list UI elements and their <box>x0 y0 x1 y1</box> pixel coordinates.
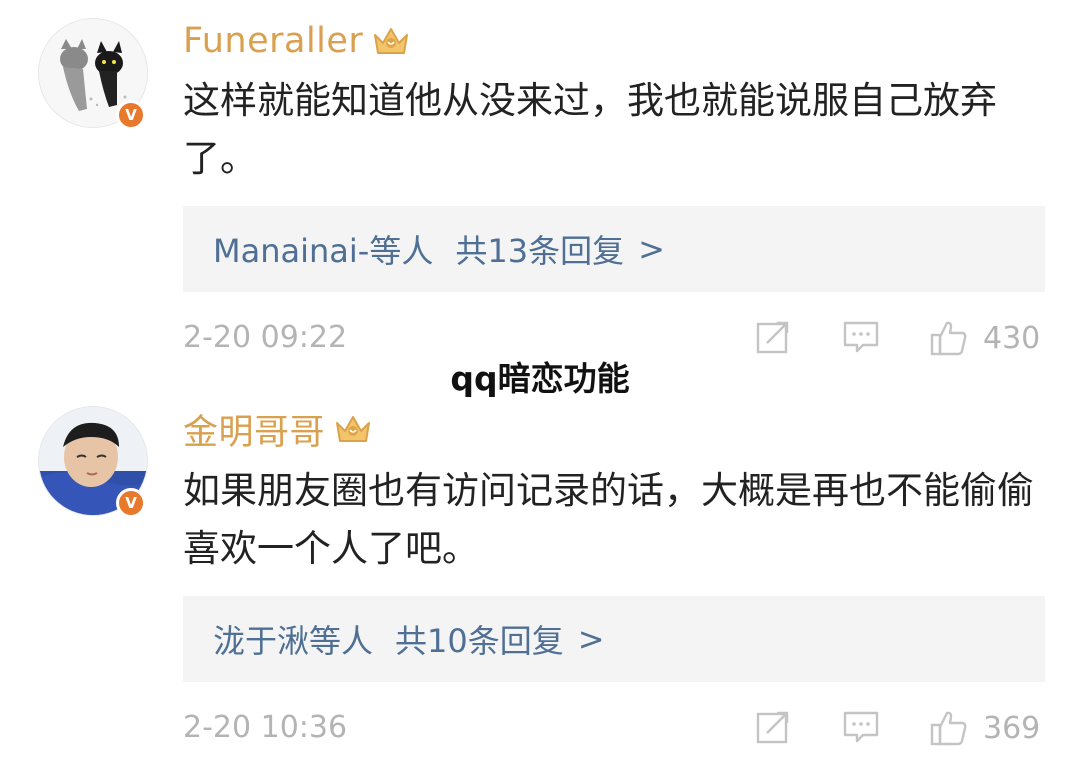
reply-users: Manainai-等人 <box>213 232 434 270</box>
vip-crown-icon <box>371 23 411 59</box>
like-count: 369 <box>983 710 1041 746</box>
replies-link[interactable]: 泷于湫等人 共10条回复 > <box>183 596 1045 682</box>
comment-meta: 2-20 10:36 369 <box>183 703 1045 753</box>
reply-count: 共10条回复 <box>395 622 564 660</box>
reply-count: 共13条回复 <box>455 232 625 270</box>
username[interactable]: Funeraller <box>183 21 363 61</box>
comment-item: V 金明哥哥 如果朋友圈也有访问记录的话，大概是再也不能偷偷喜欢一个人了吧。 泷… <box>0 392 1080 762</box>
chevron-right-icon: > <box>638 230 665 268</box>
verified-v-icon: V <box>116 100 146 130</box>
comment-text: 这样就能知道他从没来过，我也就能说服自己放弃了。 <box>183 79 997 180</box>
share-icon[interactable] <box>753 317 793 357</box>
username-row: 金明哥哥 <box>183 404 373 454</box>
verified-v-icon: V <box>116 488 146 518</box>
comment-icon[interactable] <box>841 707 881 747</box>
chevron-right-icon: > <box>577 620 605 658</box>
username[interactable]: 金明哥哥 <box>183 404 325 455</box>
username-row: Funeraller <box>183 16 411 66</box>
thumbs-up-icon <box>930 711 967 746</box>
vip-crown-icon <box>333 411 373 447</box>
thumbs-up-icon <box>930 321 967 356</box>
like-button[interactable]: 369 <box>929 703 1040 753</box>
comment-text: 如果朋友圈也有访问记录的话，大概是再也不能偷偷喜欢一个人了吧。 <box>183 469 1034 570</box>
replies-link[interactable]: Manainai-等人 共13条回复 > <box>183 206 1045 292</box>
timestamp: 2-20 10:36 <box>183 710 348 745</box>
reply-users: 泷于湫等人 <box>213 622 374 660</box>
comment-item: V Funeraller 这样就能知道他从没来过，我也就能说服自己放弃了。 Ma… <box>0 0 1080 370</box>
like-count: 430 <box>983 320 1041 356</box>
share-icon[interactable] <box>753 707 793 747</box>
comment-icon[interactable] <box>841 317 881 357</box>
